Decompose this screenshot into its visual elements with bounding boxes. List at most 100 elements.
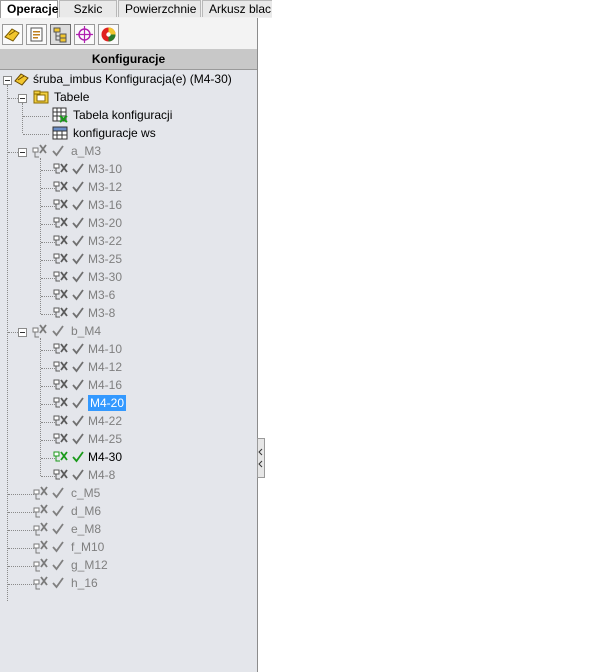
check-icon (52, 559, 64, 574)
tab-arkusz-blachy[interactable]: Arkusz blac (202, 0, 272, 17)
configuration-group-icon (33, 539, 49, 558)
check-icon (72, 163, 84, 178)
configuration-icon (53, 396, 69, 413)
check-icon (72, 289, 84, 304)
configuration-icon (53, 378, 69, 395)
group-label: f_M10 (71, 540, 105, 554)
configuration-label: M4-12 (88, 360, 123, 374)
check-icon (72, 235, 84, 250)
check-icon (52, 523, 64, 538)
check-icon (52, 325, 64, 340)
dimxpert-icon[interactable] (74, 24, 95, 45)
configuration-icon (53, 450, 69, 467)
check-icon (72, 217, 84, 232)
active-check-icon (72, 451, 84, 466)
configuration-label: M3-22 (88, 234, 123, 248)
configuration-icon (53, 468, 69, 485)
group-label: g_M12 (71, 558, 108, 572)
check-icon (72, 181, 84, 196)
group-label: d_M6 (71, 504, 102, 518)
configuration-tree: śruba_imbus Konfiguracja(e) (M4-30) Tabe… (0, 70, 257, 672)
group-collapse-toggle[interactable] (18, 148, 27, 157)
configuration-icon (53, 306, 69, 323)
configuration-group-icon (33, 521, 49, 540)
group-label: a_M3 (71, 144, 102, 158)
check-icon (52, 487, 64, 502)
configuration-manager-icon[interactable] (50, 24, 71, 45)
configuration-icon (53, 252, 69, 269)
manager-icon-bar (0, 18, 257, 50)
check-icon (72, 433, 84, 448)
tab-bar: Operacje Szkic Powierzchnie Arkusz blac (0, 0, 272, 18)
configuration-label: M3-25 (88, 252, 123, 266)
configuration-icon (53, 234, 69, 251)
check-icon (72, 361, 84, 376)
configuration-label: M4-10 (88, 342, 123, 356)
design-table-icon (52, 107, 68, 126)
configuration-label: M3-8 (88, 306, 116, 320)
group-label: b_M4 (71, 324, 102, 338)
tab-operacje[interactable]: Operacje (0, 0, 58, 18)
configuration-icon (53, 360, 69, 377)
ws-table-label: konfiguracje ws (73, 126, 156, 140)
tab-powierzchnie[interactable]: Powierzchnie (118, 0, 201, 17)
configuration-group-icon (33, 485, 49, 504)
configuration-icon (53, 162, 69, 179)
configuration-manager-panel: Konfiguracje śruba_imbus Konfiguracja(e)… (0, 18, 265, 672)
configuration-icon (53, 342, 69, 359)
check-icon (72, 415, 84, 430)
configuration-label: M3-30 (88, 270, 123, 284)
configuration-label: M4-8 (88, 468, 116, 482)
group-collapse-toggle[interactable] (18, 328, 27, 337)
tree-root-label: śruba_imbus Konfiguracja(e) (M4-30) (33, 72, 232, 86)
group-label: e_M8 (71, 522, 102, 536)
check-icon (72, 469, 84, 484)
design-table-label: Tabela konfiguracji (73, 108, 173, 122)
configuration-label: M3-20 (88, 216, 123, 230)
check-icon (72, 253, 84, 268)
configuration-icon (53, 216, 69, 233)
check-icon (72, 397, 84, 412)
configuration-icon (53, 270, 69, 287)
configuration-group-icon (33, 503, 49, 522)
panel-title: Konfiguracje (0, 50, 257, 70)
tab-szkic[interactable]: Szkic (59, 0, 117, 17)
configuration-label: M3-10 (88, 162, 123, 176)
display-manager-icon[interactable] (98, 24, 119, 45)
check-icon (72, 199, 84, 214)
configuration-label: M3-6 (88, 288, 116, 302)
property-manager-icon[interactable] (26, 24, 47, 45)
check-icon (52, 505, 64, 520)
check-icon (72, 379, 84, 394)
check-icon (52, 541, 64, 556)
configuration-label: M4-30 (88, 450, 123, 464)
check-icon (52, 577, 64, 592)
check-icon (52, 145, 64, 160)
configuration-icon (53, 432, 69, 449)
configuration-group-icon (33, 557, 49, 576)
configuration-label: M4-22 (88, 414, 123, 428)
tables-folder-icon (33, 89, 49, 108)
table-icon (52, 125, 68, 144)
check-icon (72, 343, 84, 358)
configuration-icon (53, 198, 69, 215)
check-icon (72, 271, 84, 286)
configuration-label: M3-16 (88, 198, 123, 212)
configuration-label: M4-20 (88, 395, 127, 411)
feature-manager-icon[interactable] (2, 24, 23, 45)
configuration-icon (53, 414, 69, 431)
tables-collapse-toggle[interactable] (18, 94, 27, 103)
configuration-label: M3-12 (88, 180, 123, 194)
tables-label: Tabele (54, 90, 90, 104)
root-collapse-toggle[interactable] (3, 76, 12, 85)
configuration-label: M4-25 (88, 432, 123, 446)
configuration-icon (53, 180, 69, 197)
group-label: h_16 (71, 576, 98, 590)
configuration-label: M4-16 (88, 378, 123, 392)
group-label: c_M5 (71, 486, 101, 500)
configuration-icon (53, 288, 69, 305)
part-configurations-icon (14, 71, 30, 90)
check-icon (72, 307, 84, 322)
configuration-group-icon (33, 575, 49, 594)
panel-splitter-handle[interactable] (257, 438, 265, 478)
